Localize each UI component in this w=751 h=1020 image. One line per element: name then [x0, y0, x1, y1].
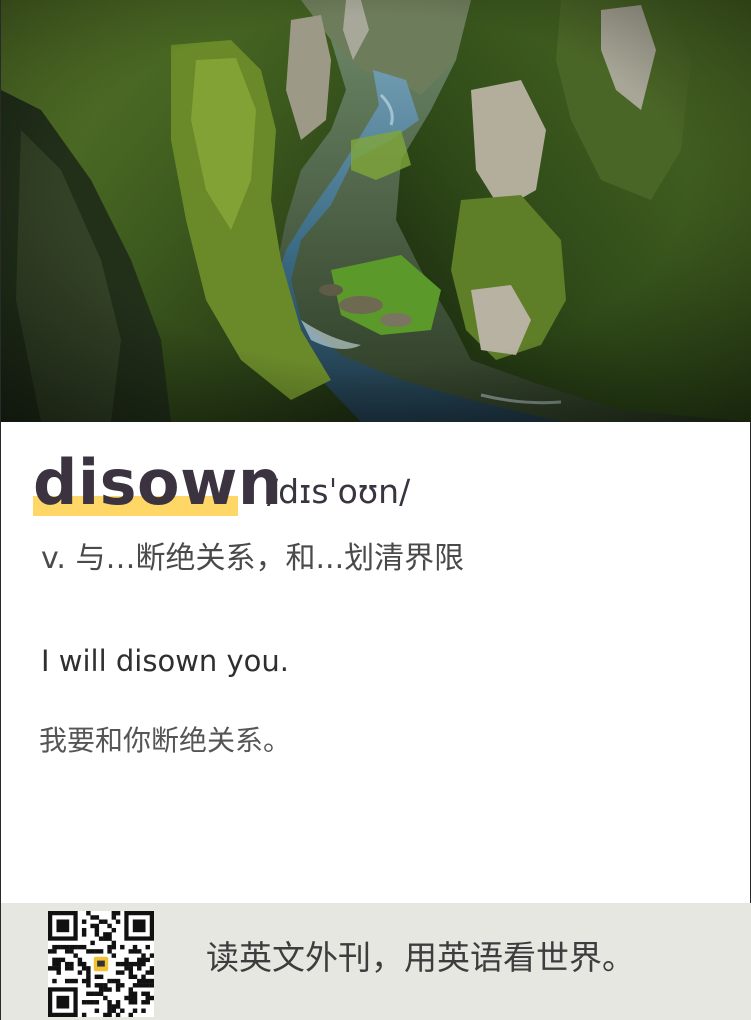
canyon-landscape-image [1, 0, 751, 422]
word-card: disown /dɪsˈoʊn/ v. 与…断绝关系，和...划清界限 I wi… [0, 0, 751, 1020]
definition: v. 与…断绝关系，和...划清界限 [41, 541, 465, 576]
phonetic-transcription: /dɪsˈoʊn/ [267, 472, 411, 511]
headword-block: disown [33, 446, 283, 520]
example-sentence-chinese: 我要和你断绝关系。 [39, 724, 292, 757]
example-sentence-english: I will disown you. [41, 644, 290, 678]
qr-code[interactable] [48, 911, 154, 1017]
footer-slogan: 读英文外刊，用英语看世界。 [206, 938, 635, 977]
headword: disown [33, 446, 283, 519]
footer-banner: 读英文外刊，用英语看世界。 [1, 903, 751, 1020]
hero-photo [1, 0, 751, 422]
qr-code-icon [48, 911, 154, 1017]
